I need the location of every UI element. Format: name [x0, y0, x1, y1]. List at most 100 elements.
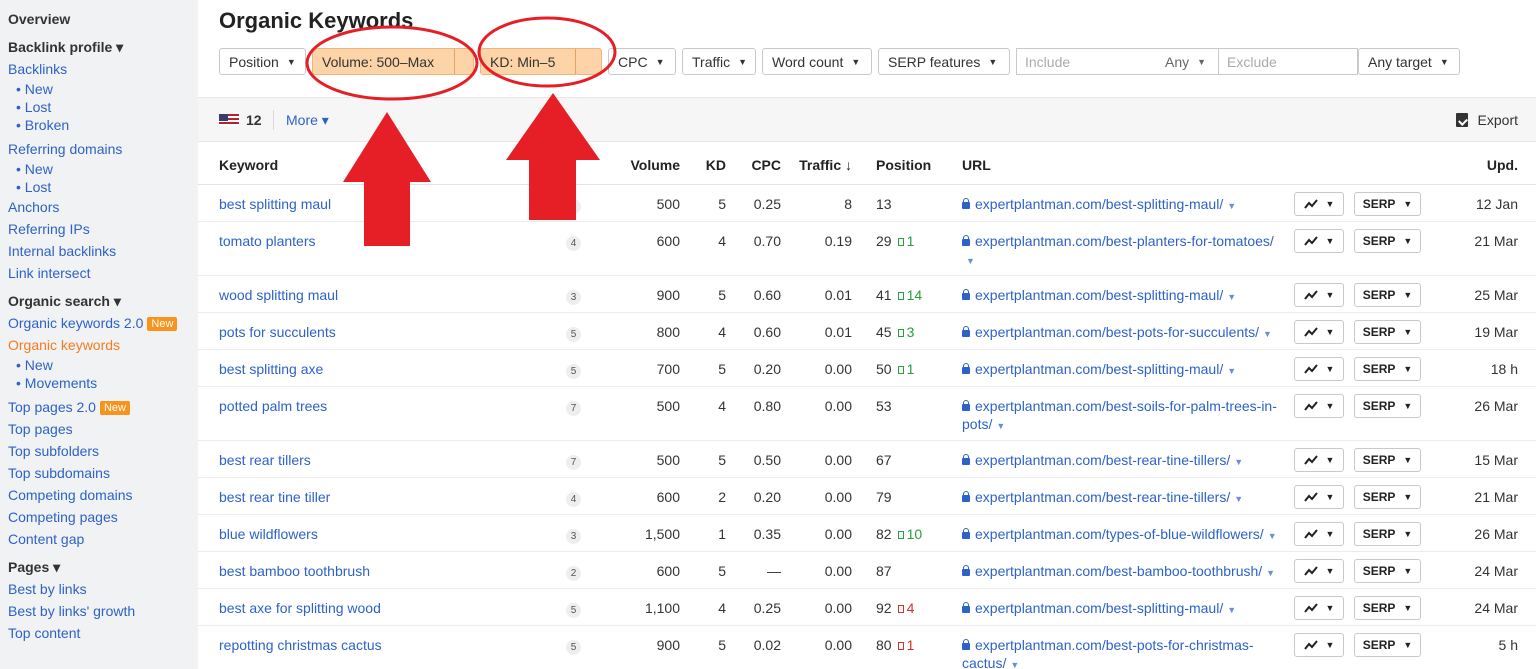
trend-chart-button[interactable]: ▼	[1294, 558, 1344, 583]
serp-features-count[interactable]: 5	[566, 639, 581, 655]
sidebar-item-referring-ips[interactable]: Referring IPs	[8, 218, 198, 240]
keyword-link[interactable]: repotting christmas cactus	[219, 637, 382, 653]
include-input[interactable]: Include	[1016, 48, 1157, 75]
keyword-link[interactable]: best rear tine tiller	[219, 489, 330, 505]
keyword-link[interactable]: best splitting axe	[219, 361, 323, 377]
sidebar-item-ok-new[interactable]: New	[8, 356, 198, 374]
col-traffic[interactable]: Traffic ↓	[781, 146, 852, 185]
include-any-select[interactable]: Any ▼	[1157, 48, 1219, 75]
sidebar-item-anchors[interactable]: Anchors	[8, 196, 198, 218]
serp-features-count[interactable]: 3	[566, 289, 581, 305]
trend-chart-button[interactable]: ▼	[1294, 282, 1344, 307]
sidebar-item-rd-new[interactable]: New	[8, 160, 198, 178]
col-volume[interactable]: Volume	[596, 146, 680, 185]
serp-button[interactable]: SERP ▼	[1354, 228, 1421, 253]
url-link[interactable]: expertplantman.com/best-splitting-maul/	[975, 600, 1223, 616]
more-dropdown[interactable]: More ▾	[286, 112, 329, 129]
position-filter-button[interactable]: Position ▼	[219, 48, 306, 75]
url-link[interactable]: expertplantman.com/best-planters-for-tom…	[975, 233, 1274, 249]
serp-button[interactable]: SERP ▼	[1354, 393, 1421, 418]
caret-down-icon[interactable]: ▼	[966, 256, 975, 266]
url-link[interactable]: expertplantman.com/best-splitting-maul/	[975, 287, 1223, 303]
caret-down-icon[interactable]: ▼	[1010, 660, 1019, 669]
sidebar-item-competing-domains[interactable]: Competing domains	[8, 484, 198, 506]
serp-button[interactable]: SERP ▼	[1354, 282, 1421, 307]
cpc-filter-button[interactable]: CPC ▼	[608, 48, 676, 75]
sidebar-item-backlinks-lost[interactable]: Lost	[8, 98, 198, 116]
trend-chart-button[interactable]: ▼	[1294, 356, 1344, 381]
url-link[interactable]: expertplantman.com/best-splitting-maul/	[975, 196, 1223, 212]
volume-filter-button[interactable]: Volume: 500–Max	[312, 48, 474, 75]
serp-features-count[interactable]: 5	[566, 326, 581, 342]
col-cpc[interactable]: CPC	[726, 146, 781, 185]
keyword-link[interactable]: wood splitting maul	[219, 287, 338, 303]
trend-chart-button[interactable]: ▼	[1294, 521, 1344, 546]
sidebar-item-top-pages[interactable]: Top pages	[8, 418, 198, 440]
sidebar-item-competing-pages[interactable]: Competing pages	[8, 506, 198, 528]
col-position[interactable]: Position	[852, 146, 952, 185]
sidebar-item-referring-domains[interactable]: Referring domains	[8, 138, 198, 160]
sidebar-item-backlinks-broken[interactable]: Broken	[8, 116, 198, 134]
exclude-input[interactable]: Exclude	[1219, 48, 1358, 75]
serp-features-count[interactable]: 7	[566, 400, 581, 416]
caret-down-icon[interactable]: ▼	[1227, 605, 1236, 615]
caret-down-icon[interactable]: ▼	[1234, 494, 1243, 504]
sidebar-overview[interactable]: Overview	[8, 8, 198, 30]
sidebar-item-content-gap[interactable]: Content gap	[8, 528, 198, 550]
sidebar-item-rd-lost[interactable]: Lost	[8, 178, 198, 196]
url-link[interactable]: expertplantman.com/best-splitting-maul/	[975, 361, 1223, 377]
serp-button[interactable]: SERP ▼	[1354, 558, 1421, 583]
sidebar-section-pages[interactable]: Pages ▾	[8, 556, 198, 578]
sidebar-item-top-subfolders[interactable]: Top subfolders	[8, 440, 198, 462]
export-button[interactable]: Export	[1455, 112, 1518, 128]
sidebar-item-top-pages-2[interactable]: Top pages 2.0 New	[8, 396, 198, 418]
sidebar-item-top-content[interactable]: Top content	[8, 622, 198, 644]
serp-features-count[interactable]: 5	[566, 363, 581, 379]
trend-chart-button[interactable]: ▼	[1294, 595, 1344, 620]
keyword-link[interactable]: best rear tillers	[219, 452, 311, 468]
trend-chart-button[interactable]: ▼	[1294, 447, 1344, 472]
serp-button[interactable]: SERP ▼	[1354, 191, 1421, 216]
keyword-link[interactable]: tomato planters	[219, 233, 316, 249]
trend-chart-button[interactable]: ▼	[1294, 484, 1344, 509]
keyword-link[interactable]: pots for succulents	[219, 324, 336, 340]
sidebar-item-organic-keywords-2[interactable]: Organic keywords 2.0 New	[8, 312, 198, 334]
serp-features-count[interactable]: 5	[566, 198, 581, 214]
keyword-link[interactable]: blue wildflowers	[219, 526, 318, 542]
caret-down-icon[interactable]: ▼	[1268, 531, 1277, 541]
sidebar-section-organic-search[interactable]: Organic search ▾	[8, 290, 198, 312]
url-link[interactable]: expertplantman.com/types-of-blue-wildflo…	[975, 526, 1264, 542]
word-count-filter-button[interactable]: Word count ▼	[762, 48, 872, 75]
traffic-filter-button[interactable]: Traffic ▼	[682, 48, 756, 75]
url-link[interactable]: expertplantman.com/best-rear-tine-tiller…	[975, 489, 1230, 505]
serp-features-filter-button[interactable]: SERP features ▼	[878, 48, 1010, 75]
col-kd[interactable]: KD	[680, 146, 726, 185]
trend-chart-button[interactable]: ▼	[1294, 228, 1344, 253]
serp-features-count[interactable]: 5	[566, 602, 581, 618]
caret-down-icon[interactable]: ▼	[996, 421, 1005, 431]
keyword-link[interactable]: potted palm trees	[219, 398, 327, 414]
col-keyword[interactable]: Keyword	[198, 146, 566, 185]
keyword-link[interactable]: best axe for splitting wood	[219, 600, 381, 616]
serp-features-count[interactable]: 3	[566, 528, 581, 544]
sidebar-section-backlink-profile[interactable]: Backlink profile ▾	[8, 36, 198, 58]
caret-down-icon[interactable]: ▼	[1227, 366, 1236, 376]
sidebar-item-best-by-links-growth[interactable]: Best by links' growth	[8, 600, 198, 622]
caret-down-icon[interactable]: ▼	[1266, 568, 1275, 578]
serp-button[interactable]: SERP ▼	[1354, 356, 1421, 381]
url-link[interactable]: expertplantman.com/best-soils-for-palm-t…	[962, 398, 1277, 432]
serp-button[interactable]: SERP ▼	[1354, 484, 1421, 509]
trend-chart-button[interactable]: ▼	[1294, 632, 1344, 657]
sidebar-item-organic-keywords[interactable]: Organic keywords	[8, 334, 198, 356]
sidebar-item-best-by-links[interactable]: Best by links	[8, 578, 198, 600]
sidebar-item-backlinks[interactable]: Backlinks	[8, 58, 198, 80]
caret-down-icon[interactable]: ▼	[1227, 292, 1236, 302]
url-link[interactable]: expertplantman.com/best-pots-for-christm…	[962, 637, 1254, 669]
serp-button[interactable]: SERP ▼	[1354, 521, 1421, 546]
serp-button[interactable]: SERP ▼	[1354, 319, 1421, 344]
url-link[interactable]: expertplantman.com/best-rear-tine-tiller…	[975, 452, 1230, 468]
any-target-select[interactable]: Any target ▼	[1358, 48, 1460, 75]
col-upd[interactable]: Upd.	[1440, 146, 1536, 185]
caret-down-icon[interactable]: ▼	[1234, 457, 1243, 467]
sidebar-item-top-subdomains[interactable]: Top subdomains	[8, 462, 198, 484]
